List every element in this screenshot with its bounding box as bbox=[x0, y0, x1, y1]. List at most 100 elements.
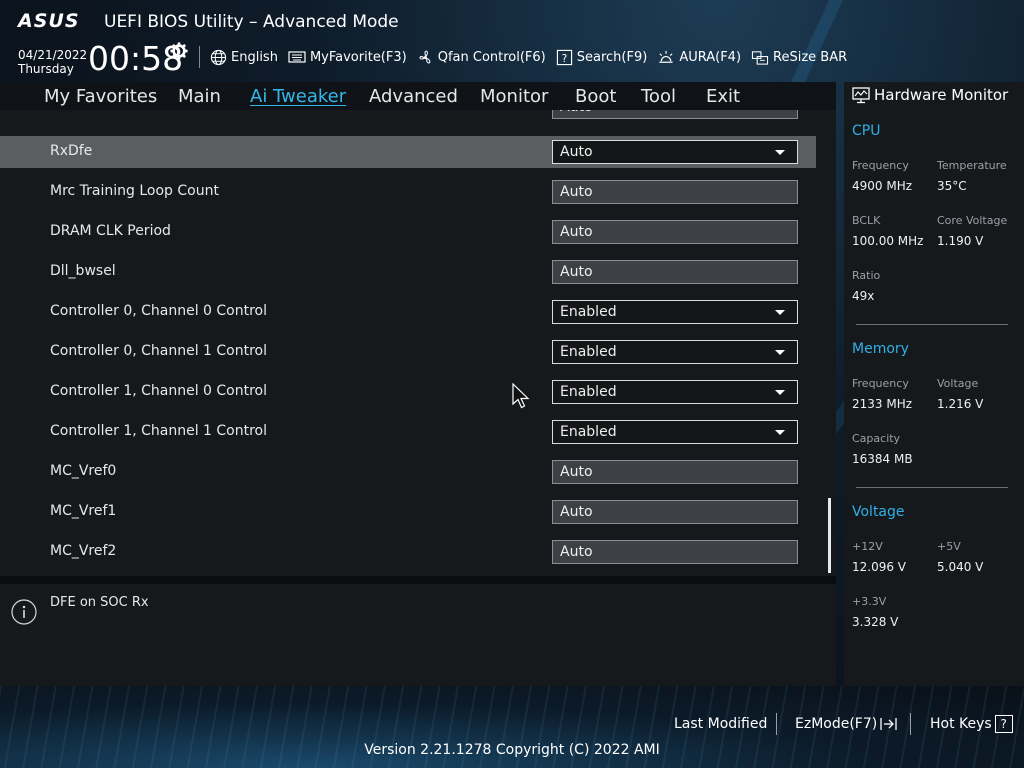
menu-tabs: My Favorites Main Ai Tweaker Advanced Mo… bbox=[0, 82, 836, 110]
version-text: Version 2.21.1278 Copyright (C) 2022 AMI bbox=[364, 742, 660, 758]
ezmode-button[interactable]: EzMode(F7) bbox=[795, 715, 899, 733]
last-modified-button[interactable]: Last Modified bbox=[674, 715, 767, 733]
cpu-frequency-label: Frequency bbox=[852, 159, 909, 172]
hardware-monitor-title: Hardware Monitor bbox=[852, 86, 1008, 104]
footer-separator bbox=[910, 713, 911, 735]
date: 04/21/2022 bbox=[18, 48, 88, 62]
resize-bar-icon bbox=[751, 50, 769, 65]
setting-row-controller-0-channel-1[interactable]: Controller 0, Channel 1 Control Enabled bbox=[0, 336, 816, 368]
weekday: Thursday bbox=[18, 62, 74, 76]
dropdown-arrow-icon bbox=[775, 390, 785, 395]
last-modified-label: Last Modified bbox=[674, 716, 768, 732]
setting-label: Controller 0, Channel 0 Control bbox=[50, 303, 268, 319]
resize-bar-button[interactable]: ReSize BAR bbox=[751, 46, 847, 68]
setting-row-mc-vref1[interactable]: MC_Vref1 Auto bbox=[0, 496, 816, 528]
setting-dropdown[interactable]: Enabled bbox=[552, 420, 798, 444]
setting-label: DRAM CLK Period bbox=[50, 223, 171, 239]
app-title: UEFI BIOS Utility – Advanced Mode bbox=[104, 12, 399, 32]
svg-text:?: ? bbox=[561, 52, 567, 64]
memory-frequency-label: Frequency bbox=[852, 377, 909, 390]
setting-row-mc-vref0[interactable]: MC_Vref0 Auto bbox=[0, 456, 816, 488]
voltage-heading: Voltage bbox=[852, 504, 905, 520]
setting-row-mc-vref2[interactable]: MC_Vref2 Auto bbox=[0, 536, 816, 568]
setting-row-controller-0-channel-0[interactable]: Controller 0, Channel 0 Control Enabled bbox=[0, 296, 816, 328]
footer: Last Modified EzMode(F7) Hot Keys ? Vers… bbox=[0, 686, 1024, 768]
clock: 00:58 bbox=[88, 39, 184, 78]
setting-dropdown[interactable]: Enabled bbox=[552, 340, 798, 364]
tab-boot[interactable]: Boot bbox=[575, 85, 616, 109]
setting-input[interactable]: Auto bbox=[552, 260, 798, 284]
mouse-cursor-icon bbox=[512, 383, 530, 409]
memory-voltage-label: Voltage bbox=[937, 377, 979, 390]
setting-input[interactable]: Auto bbox=[552, 220, 798, 244]
dropdown-value: Enabled bbox=[560, 304, 617, 320]
core-voltage-label: Core Voltage bbox=[937, 214, 1008, 227]
tab-ai-tweaker[interactable]: Ai Tweaker bbox=[250, 85, 346, 109]
setting-dropdown[interactable]: Enabled bbox=[552, 300, 798, 324]
qfan-control-label: Qfan Control(F6) bbox=[437, 49, 546, 65]
memory-heading: Memory bbox=[852, 341, 909, 357]
setting-dropdown[interactable]: Auto bbox=[552, 140, 798, 164]
fan-icon bbox=[419, 50, 431, 64]
v12-value: 12.096 V bbox=[852, 560, 907, 574]
setting-value-partial[interactable]: Auto bbox=[552, 110, 798, 119]
hw-separator bbox=[856, 487, 1008, 488]
search-help-icon: ? bbox=[556, 49, 572, 65]
ratio-value: 49x bbox=[852, 289, 875, 303]
v12-label: +12V bbox=[852, 540, 883, 553]
gear-icon[interactable] bbox=[170, 42, 188, 60]
scrollbar-thumb[interactable] bbox=[828, 498, 831, 573]
help-key-icon: ? bbox=[994, 715, 1013, 733]
tab-monitor[interactable]: Monitor bbox=[480, 85, 548, 109]
setting-label: MC_Vref2 bbox=[50, 543, 117, 559]
cpu-frequency-value: 4900 MHz bbox=[852, 179, 913, 193]
setting-row-rxdfe[interactable]: RxDfe Auto bbox=[0, 136, 816, 168]
v33-value: 3.328 V bbox=[852, 615, 899, 629]
search-button[interactable]: ? Search(F9) bbox=[556, 46, 647, 68]
aura-label: AURA(F4) bbox=[679, 49, 742, 65]
aura-button[interactable]: AURA(F4) bbox=[657, 46, 741, 68]
hot-keys-button[interactable]: Hot Keys ? bbox=[930, 715, 1013, 733]
setting-label: Mrc Training Loop Count bbox=[50, 183, 219, 199]
asus-logo: ASUS bbox=[18, 10, 80, 32]
setting-row-dll-bwsel[interactable]: Dll_bwsel Auto bbox=[0, 256, 816, 288]
hw-separator bbox=[856, 324, 1008, 325]
setting-label: RxDfe bbox=[50, 143, 93, 159]
setting-input[interactable]: Auto bbox=[552, 180, 798, 204]
capacity-label: Capacity bbox=[852, 432, 901, 445]
bclk-label: BCLK bbox=[852, 214, 881, 227]
settings-panel: Auto RxDfe Auto Mrc Training Loop Count … bbox=[0, 110, 836, 576]
myfavorite-button[interactable]: MyFavorite(F3) bbox=[288, 46, 407, 68]
setting-input[interactable]: Auto bbox=[552, 540, 798, 564]
setting-row-controller-1-channel-1[interactable]: Controller 1, Channel 1 Control Enabled bbox=[0, 416, 816, 448]
tab-my-favorites[interactable]: My Favorites bbox=[44, 85, 157, 109]
tab-exit[interactable]: Exit bbox=[706, 85, 740, 109]
setting-dropdown[interactable]: Enabled bbox=[552, 380, 798, 404]
dropdown-arrow-icon bbox=[775, 150, 785, 155]
memory-voltage-value: 1.216 V bbox=[937, 397, 984, 411]
globe-icon bbox=[210, 49, 227, 65]
header-separator bbox=[199, 46, 200, 68]
dropdown-value: Auto bbox=[560, 144, 593, 160]
bclk-value: 100.00 MHz bbox=[852, 234, 924, 248]
tab-tool[interactable]: Tool bbox=[641, 85, 676, 109]
tab-advanced[interactable]: Advanced bbox=[369, 85, 458, 109]
qfan-control-button[interactable]: Qfan Control(F6) bbox=[417, 46, 546, 68]
v5-label: +5V bbox=[937, 540, 961, 553]
hardware-monitor-title-text: Hardware Monitor bbox=[874, 86, 1009, 104]
v33-label: +3.3V bbox=[852, 595, 887, 608]
tab-main[interactable]: Main bbox=[178, 85, 221, 109]
setting-input[interactable]: Auto bbox=[552, 500, 798, 524]
monitor-icon bbox=[852, 86, 870, 103]
help-panel: DFE on SOC Rx bbox=[0, 584, 836, 686]
dropdown-arrow-icon bbox=[775, 310, 785, 315]
setting-row-partial[interactable]: Auto bbox=[0, 110, 816, 123]
cpu-temperature-label: Temperature bbox=[937, 159, 1007, 172]
setting-row-dram-clk-period[interactable]: DRAM CLK Period Auto bbox=[0, 216, 816, 248]
language-button[interactable]: English bbox=[210, 46, 278, 68]
setting-input[interactable]: Auto bbox=[552, 460, 798, 484]
setting-row-mrc-training-loop-count[interactable]: Mrc Training Loop Count Auto bbox=[0, 176, 816, 208]
keyboard-icon bbox=[288, 51, 306, 63]
setting-row-controller-1-channel-0[interactable]: Controller 1, Channel 0 Control Enabled bbox=[0, 376, 816, 408]
toolbar: English MyFavorite(F3) Qfan Control(F6) bbox=[210, 46, 857, 68]
